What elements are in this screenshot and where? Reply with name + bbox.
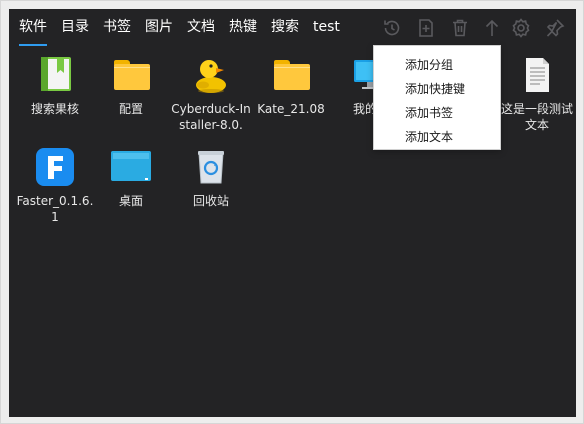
app-item[interactable]: Cyberduck-Installer-8.0. [169, 55, 253, 133]
item-label: Kate_21.08 [257, 102, 325, 116]
upload-icon[interactable] [481, 17, 503, 39]
item-label: 这是一段测试文本 [500, 102, 573, 132]
launcher-window: 软件 目录 书签 图片 文档 热键 搜索 test 搜索果核 配置 Cyberd… [9, 9, 576, 417]
screenshot-frame: 软件 目录 书签 图片 文档 热键 搜索 test 搜索果核 配置 Cyberd… [0, 0, 584, 424]
context-menu: 添加分组 添加快捷键 添加书签 添加文本 [373, 45, 501, 150]
item-label: Faster_0.1.6.1 [16, 194, 94, 224]
folder-item[interactable]: 配置 [89, 55, 173, 117]
item-label: 桌面 [118, 194, 143, 208]
tab-hotkeys[interactable]: 热键 [229, 18, 257, 40]
duck-icon [191, 55, 231, 95]
item-label: 搜索果核 [30, 102, 79, 116]
folder-item[interactable]: 桌面 [89, 147, 173, 209]
history-icon[interactable] [381, 17, 403, 39]
menu-item-add-text[interactable]: 添加文本 [374, 125, 500, 149]
menu-item-add-group[interactable]: 添加分组 [374, 53, 500, 77]
app-item[interactable]: 回收站 [169, 147, 253, 209]
tab-test[interactable]: test [313, 18, 340, 40]
tab-bar: 软件 目录 书签 图片 文档 热键 搜索 test [19, 18, 354, 46]
text-file-icon [517, 55, 557, 95]
app-item[interactable]: 这是一段测试文本 [495, 55, 576, 133]
app-item[interactable]: 搜索果核 [13, 55, 97, 117]
menu-item-add-bookmark[interactable]: 添加书签 [374, 101, 500, 125]
gear-icon[interactable] [510, 17, 532, 39]
add-icon[interactable] [415, 17, 437, 39]
app-item[interactable]: Faster_0.1.6.1 [13, 147, 97, 225]
faster-app-icon [35, 147, 75, 187]
tab-documents[interactable]: 文档 [187, 18, 215, 40]
folder-item[interactable]: Kate_21.08 [249, 55, 333, 117]
trash-icon[interactable] [449, 17, 471, 39]
pin-icon[interactable] [544, 17, 566, 39]
item-label: Cyberduck-Installer-8.0. [171, 102, 251, 132]
folder-icon [111, 55, 151, 95]
tab-software[interactable]: 软件 [19, 18, 47, 46]
desktop-icon [111, 147, 151, 187]
menu-item-add-hotkey[interactable]: 添加快捷键 [374, 77, 500, 101]
item-label: 回收站 [192, 194, 229, 208]
bookmark-app-icon [35, 55, 75, 95]
tab-directory[interactable]: 目录 [61, 18, 89, 40]
folder-icon [271, 55, 311, 95]
item-label: 配置 [118, 102, 143, 116]
tab-images[interactable]: 图片 [145, 18, 173, 40]
tab-search[interactable]: 搜索 [271, 18, 299, 40]
tab-bookmarks[interactable]: 书签 [103, 18, 131, 40]
recycle-bin-icon [191, 147, 231, 187]
